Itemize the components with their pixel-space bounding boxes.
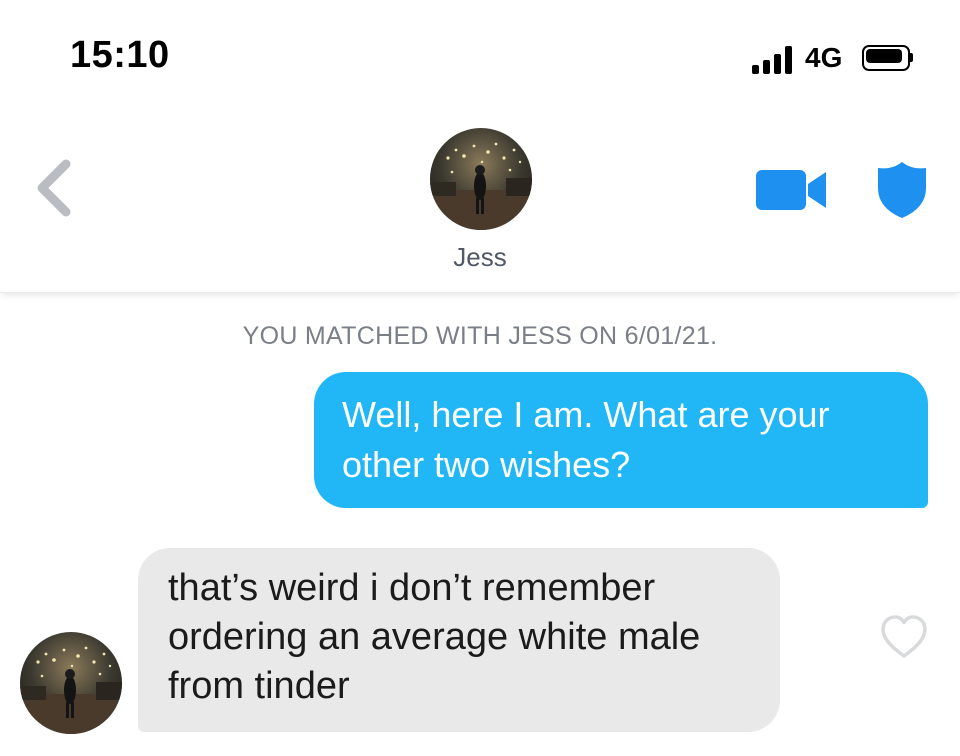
shield-icon — [878, 162, 926, 218]
message-bubble-received[interactable]: that’s weird i don’t remember ordering a… — [138, 548, 780, 732]
contact-name[interactable]: Jess — [380, 242, 580, 273]
message-line: that’s weird i don’t remember — [168, 567, 656, 609]
chevron-left-icon — [37, 159, 71, 217]
network-type: 4G — [805, 42, 843, 73]
avatar-photo — [430, 128, 532, 230]
signal-bars-icon — [752, 44, 800, 74]
status-time: 15:10 — [70, 34, 170, 76]
match-notice: YOU MATCHED WITH JESS ON 6/01/21. — [242, 322, 718, 350]
battery-icon — [862, 45, 914, 71]
message-line: from tinder — [168, 665, 350, 707]
message-bubble-sent[interactable]: Well, here I am. What are your other two… — [314, 372, 928, 508]
like-message-button[interactable] — [880, 614, 928, 660]
sender-avatar[interactable] — [20, 632, 122, 734]
heart-outline-icon — [881, 615, 927, 658]
message-line: other two wishes? — [342, 444, 631, 485]
avatar-photo — [20, 632, 122, 734]
contact-avatar[interactable] — [430, 128, 532, 230]
chat-header: Jess — [0, 110, 960, 293]
message-line: ordering an average white male — [168, 616, 701, 658]
status-bar: 15:10 4G — [0, 0, 960, 110]
video-camera-icon — [756, 170, 826, 210]
safety-toolkit-button[interactable] — [876, 160, 928, 220]
message-line: Well, here I am. What are your — [342, 394, 830, 435]
video-call-button[interactable] — [756, 168, 828, 212]
back-button[interactable] — [30, 156, 82, 220]
